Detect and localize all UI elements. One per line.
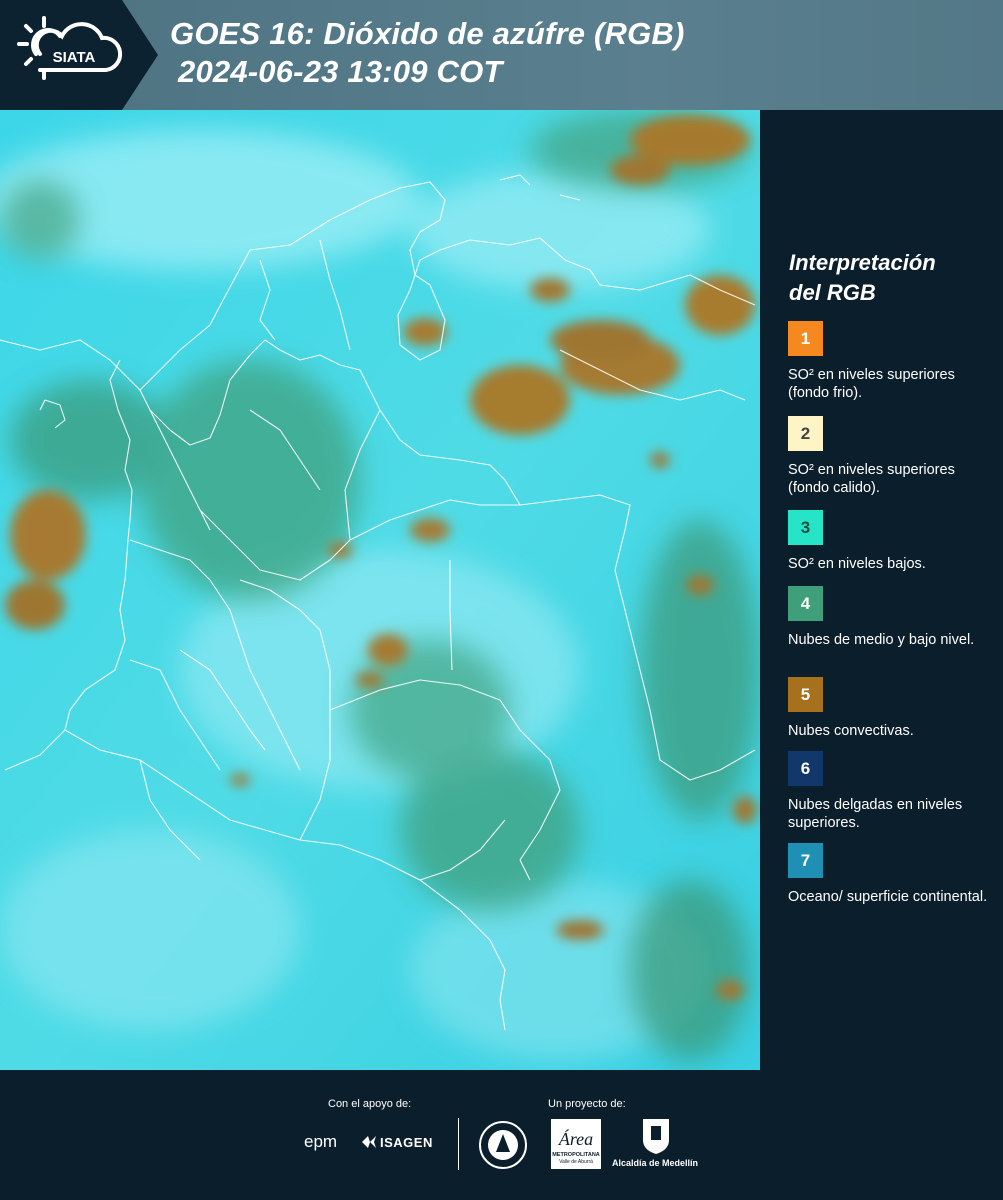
area-logo-sub2: Valle de Aburrá [559,1159,593,1165]
legend-swatch-3: 3 [788,510,823,545]
legend-title: Interpretación del RGB [789,248,989,308]
page-title: GOES 16: Dióxido de azúfre (RGB) [170,16,685,51]
project-caption: Un proyecto de: [548,1098,626,1110]
footer: Con el apoyo de: Un proyecto de: epm ISA… [0,1070,1003,1200]
legend-item: 1 SO² en niveles superiores (fondo frio)… [788,321,994,402]
legend-swatch-4: 4 [788,586,823,621]
legend-number: 7 [800,850,811,870]
legend-label: SO² en niveles superiores (fondo calido)… [788,462,955,496]
satellite-rgb-image [0,110,760,1070]
area-logo-sub1: METROPOLITANA [552,1152,600,1158]
legend-swatch-6: 6 [788,751,823,786]
alcaldia-shield-icon [643,1119,669,1154]
legend-item: 2 SO² en niveles superiores (fondo calid… [788,416,994,497]
epm-logo: epm [304,1132,338,1151]
legend-label: SO² en niveles superiores (fondo frio). [788,367,955,401]
legend-swatch-2: 2 [788,416,823,451]
legend-label: Nubes convectivas. [788,723,914,739]
legend-number: 2 [800,423,811,443]
legend-item: 4 Nubes de medio y bajo nivel. [788,586,994,649]
isagen-logo-text: ISAGEN [380,1135,433,1150]
logo-text: SIATA [53,49,96,66]
legend-title-line1: Interpretación [789,250,936,275]
legend-number: 3 [800,517,811,537]
legend-number: 4 [800,593,811,613]
isagen-logo: ISAGEN [362,1135,433,1150]
footer-divider [458,1118,459,1170]
legend-item: 7 Oceano/ superficie continental. [788,843,994,906]
legend-swatch-7: 7 [788,843,823,878]
legend-number: 1 [800,328,811,348]
legend-label: SO² en niveles bajos. [788,556,926,572]
legend-item: 3 SO² en niveles bajos. [788,510,994,573]
area-metropolitana-logo: Área METROPOLITANA Valle de Aburrá [551,1119,601,1169]
legend-label: Nubes de medio y bajo nivel. [788,632,975,648]
legend-panel: Interpretación del RGB 1 SO² en niveles … [760,110,1003,1070]
medellin-seal-icon [479,1121,527,1169]
legend-item: 6 Nubes delgadas en niveles superiores. [788,751,994,832]
legend-swatch-5: 5 [788,677,823,712]
legend-number: 6 [800,758,811,778]
legend-title-line2: del RGB [789,280,876,305]
siata-logo-icon: SIATA [17,16,123,80]
header: SIATA GOES 16: Dióxido de azúfre (RGB) 2… [0,0,1003,110]
legend-number: 5 [800,684,811,704]
support-caption: Con el apoyo de: [328,1098,412,1110]
page-timestamp: 2024-06-23 13:09 COT [178,54,503,89]
legend-label: Nubes delgadas en niveles superiores. [788,797,963,831]
legend-item: 5 Nubes convectivas. [788,677,994,740]
area-logo-main: Área [558,1128,593,1149]
legend-swatch-1: 1 [788,321,823,356]
alcaldia-logo-text: Alcaldía de Medellín [612,1158,699,1168]
legend-label: Oceano/ superficie continental. [788,889,988,905]
satellite-map[interactable] [0,110,760,1070]
